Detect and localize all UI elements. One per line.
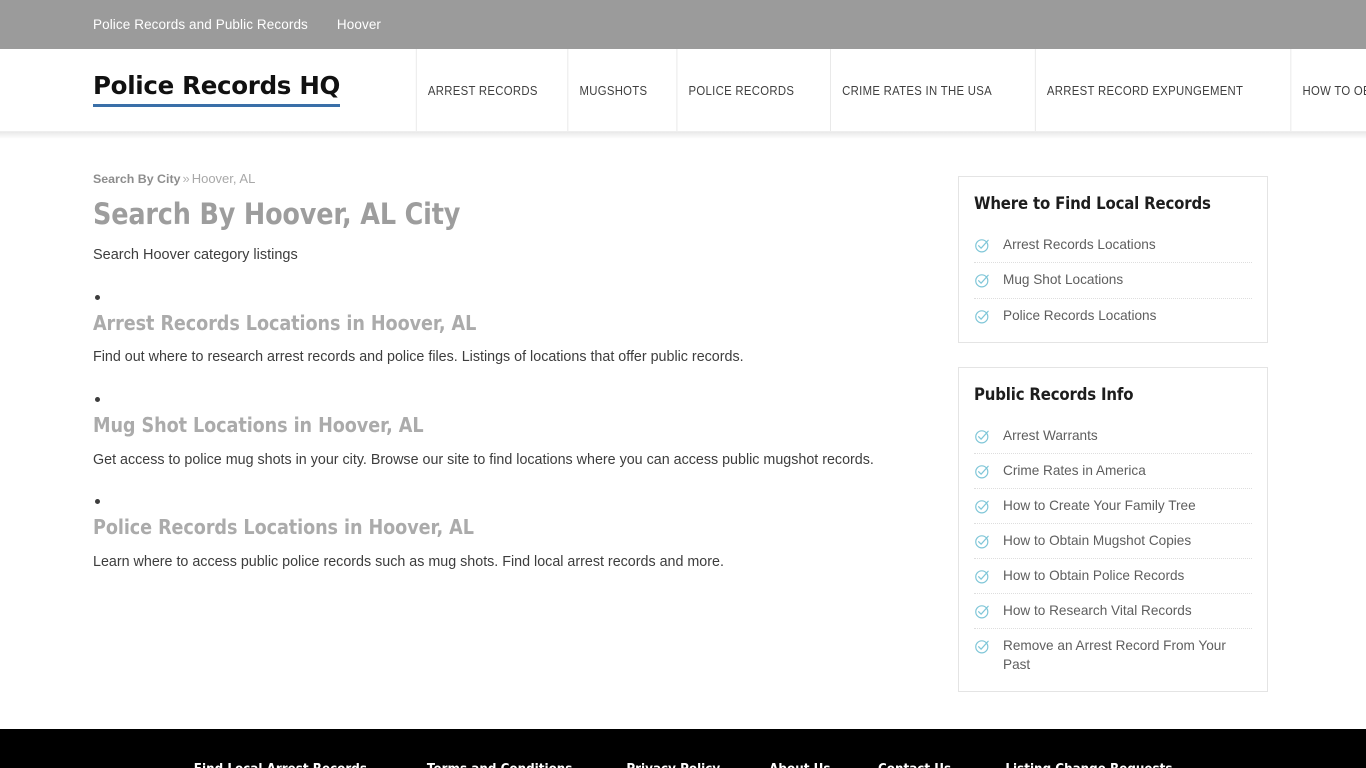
widget-link-list: Arrest Records Locations Mug Shot Locati…: [974, 228, 1252, 332]
site-header: Police Records HQ ARREST RECORDS MUGSHOT…: [0, 49, 1366, 131]
site-logo[interactable]: Police Records HQ: [93, 73, 340, 107]
sidebar-link-mug-shot-locations[interactable]: Mug Shot Locations: [1003, 271, 1123, 289]
widget-title: Public Records Info: [974, 384, 1134, 405]
main-wrapper: Search By City» Hoover, AL Search By Hoov…: [0, 139, 1366, 768]
circle-check-icon: [974, 308, 991, 325]
circle-check-icon: [974, 533, 991, 550]
circle-check-icon: [974, 428, 991, 445]
footer-link-find-local-arrest-records[interactable]: Find Local Arrest Records: [194, 761, 367, 768]
list-item[interactable]: How to Obtain Mugshot Copies: [974, 524, 1252, 560]
list-item[interactable]: Crime Rates in America: [974, 454, 1252, 490]
sidebar-widget-public-records-info: Public Records Info Arrest Warrants Crim…: [958, 366, 1268, 692]
circle-check-icon: [974, 463, 991, 480]
nav-item-arrest-record-expungement[interactable]: ARREST RECORD EXPUNGEMENT: [1034, 49, 1255, 131]
page-intro-text: Search Hoover category listings: [93, 247, 298, 264]
header-divider-shadow: [0, 131, 1366, 139]
sidebar-link-how-to-research-vital-records[interactable]: How to Research Vital Records: [1003, 602, 1192, 620]
primary-navigation: ARREST RECORDS MUGSHOTS POLICE RECORDS C…: [405, 49, 1366, 131]
sidebar-link-arrest-warrants[interactable]: Arrest Warrants: [1003, 427, 1098, 445]
sidebar-link-how-to-create-your-family-tree[interactable]: How to Create Your Family Tree: [1003, 497, 1196, 515]
circle-check-icon: [974, 272, 991, 289]
list-item[interactable]: Remove an Arrest Record From Your Past: [974, 629, 1252, 681]
topbar-link-police-records-and-public-records[interactable]: Police Records and Public Records: [93, 18, 308, 32]
list-item[interactable]: How to Create Your Family Tree: [974, 489, 1252, 525]
top-utility-bar-inner: Police Records and Public Records Hoover: [93, 18, 1273, 32]
nav-item-police-records[interactable]: POLICE RECORDS: [676, 49, 805, 131]
widget-title: Where to Find Local Records: [974, 194, 1211, 214]
nav-item-mugshots[interactable]: MUGSHOTS: [567, 49, 658, 131]
sidebar-link-police-records-locations[interactable]: Police Records Locations: [1003, 307, 1156, 325]
breadcrumb-current: Hoover, AL: [191, 171, 256, 186]
breadcrumb: Search By City» Hoover, AL: [93, 171, 928, 188]
footer-link-listing-change-requests[interactable]: Listing Change Requests: [1005, 761, 1172, 768]
entry-description: Get access to police mug shots in your c…: [93, 451, 874, 468]
entry-description: Learn where to access public police reco…: [93, 553, 724, 570]
nav-item-how-to-obtain-public-records[interactable]: HOW TO OBTAIN PUBLIC RECORDS: [1290, 49, 1366, 131]
circle-check-icon: [974, 237, 991, 254]
logo-container: Police Records HQ: [93, 49, 405, 131]
footer-link-terms-and-conditions[interactable]: Terms and Conditions: [427, 761, 573, 768]
bullet-dot-icon: [95, 498, 100, 504]
sidebar-link-arrest-records-locations[interactable]: Arrest Records Locations: [1003, 236, 1156, 254]
circle-check-icon: [974, 638, 991, 655]
site-header-inner: Police Records HQ ARREST RECORDS MUGSHOT…: [93, 49, 1366, 131]
sidebar-link-remove-an-arrest-record-from-your-past[interactable]: Remove an Arrest Record From Your Past: [1003, 637, 1252, 673]
site-footer: Find Local Arrest Records Terms and Cond…: [0, 729, 1366, 768]
listing-entry: Police Records Locations in Hoover, AL L…: [93, 498, 928, 573]
list-item[interactable]: Police Records Locations: [974, 299, 1252, 333]
entry-description: Find out where to research arrest record…: [93, 349, 744, 366]
breadcrumb-separator: »: [182, 171, 190, 186]
nav-item-crime-rates-in-the-usa[interactable]: CRIME RATES IN THE USA: [829, 49, 1003, 131]
sidebar-link-how-to-obtain-police-records[interactable]: How to Obtain Police Records: [1003, 567, 1184, 585]
nav-item-arrest-records[interactable]: ARREST RECORDS: [415, 49, 549, 131]
widget-link-list: Arrest Warrants Crime Rates in America H…: [974, 419, 1252, 682]
circle-check-icon: [974, 568, 991, 585]
list-item[interactable]: Arrest Records Locations: [974, 228, 1252, 264]
sidebar-widget-where-to-find-local-records: Where to Find Local Records Arrest Recor…: [958, 176, 1268, 343]
circle-check-icon: [974, 498, 991, 515]
list-item[interactable]: How to Research Vital Records: [974, 594, 1252, 630]
sidebar: Where to Find Local Records Arrest Recor…: [958, 171, 1268, 716]
sidebar-link-crime-rates-in-america[interactable]: Crime Rates in America: [1003, 462, 1146, 480]
list-item[interactable]: How to Obtain Police Records: [974, 559, 1252, 595]
listing-entry: Arrest Records Locations in Hoover, AL F…: [93, 294, 928, 369]
circle-check-icon: [974, 603, 991, 620]
list-item[interactable]: Arrest Warrants: [974, 419, 1252, 455]
footer-link-contact-us[interactable]: Contact Us: [878, 761, 951, 768]
topbar-link-hoover[interactable]: Hoover: [337, 18, 381, 32]
entry-title-arrest-records-locations[interactable]: Arrest Records Locations in Hoover, AL: [93, 311, 811, 336]
bullet-dot-icon: [95, 294, 100, 300]
main-content-column: Search By City» Hoover, AL Search By Hoov…: [93, 171, 958, 716]
entry-title-police-records-locations[interactable]: Police Records Locations in Hoover, AL: [93, 515, 811, 540]
breadcrumb-link-search-by-city[interactable]: Search By City: [93, 172, 180, 186]
top-utility-bar: Police Records and Public Records Hoover: [0, 0, 1366, 49]
list-item[interactable]: Mug Shot Locations: [974, 263, 1252, 299]
page-container: Search By City» Hoover, AL Search By Hoov…: [93, 139, 1273, 716]
footer-link-privacy-policy[interactable]: Privacy Policy: [627, 761, 721, 768]
sidebar-link-how-to-obtain-mugshot-copies[interactable]: How to Obtain Mugshot Copies: [1003, 532, 1191, 550]
footer-link-about-us[interactable]: About Us: [769, 761, 830, 768]
page-title: Search By Hoover, AL City: [93, 196, 461, 231]
entry-title-mug-shot-locations[interactable]: Mug Shot Locations in Hoover, AL: [93, 413, 811, 438]
bullet-dot-icon: [95, 396, 100, 402]
footer-links-container: Find Local Arrest Records Terms and Cond…: [93, 729, 1273, 768]
listing-entry: Mug Shot Locations in Hoover, AL Get acc…: [93, 396, 928, 471]
